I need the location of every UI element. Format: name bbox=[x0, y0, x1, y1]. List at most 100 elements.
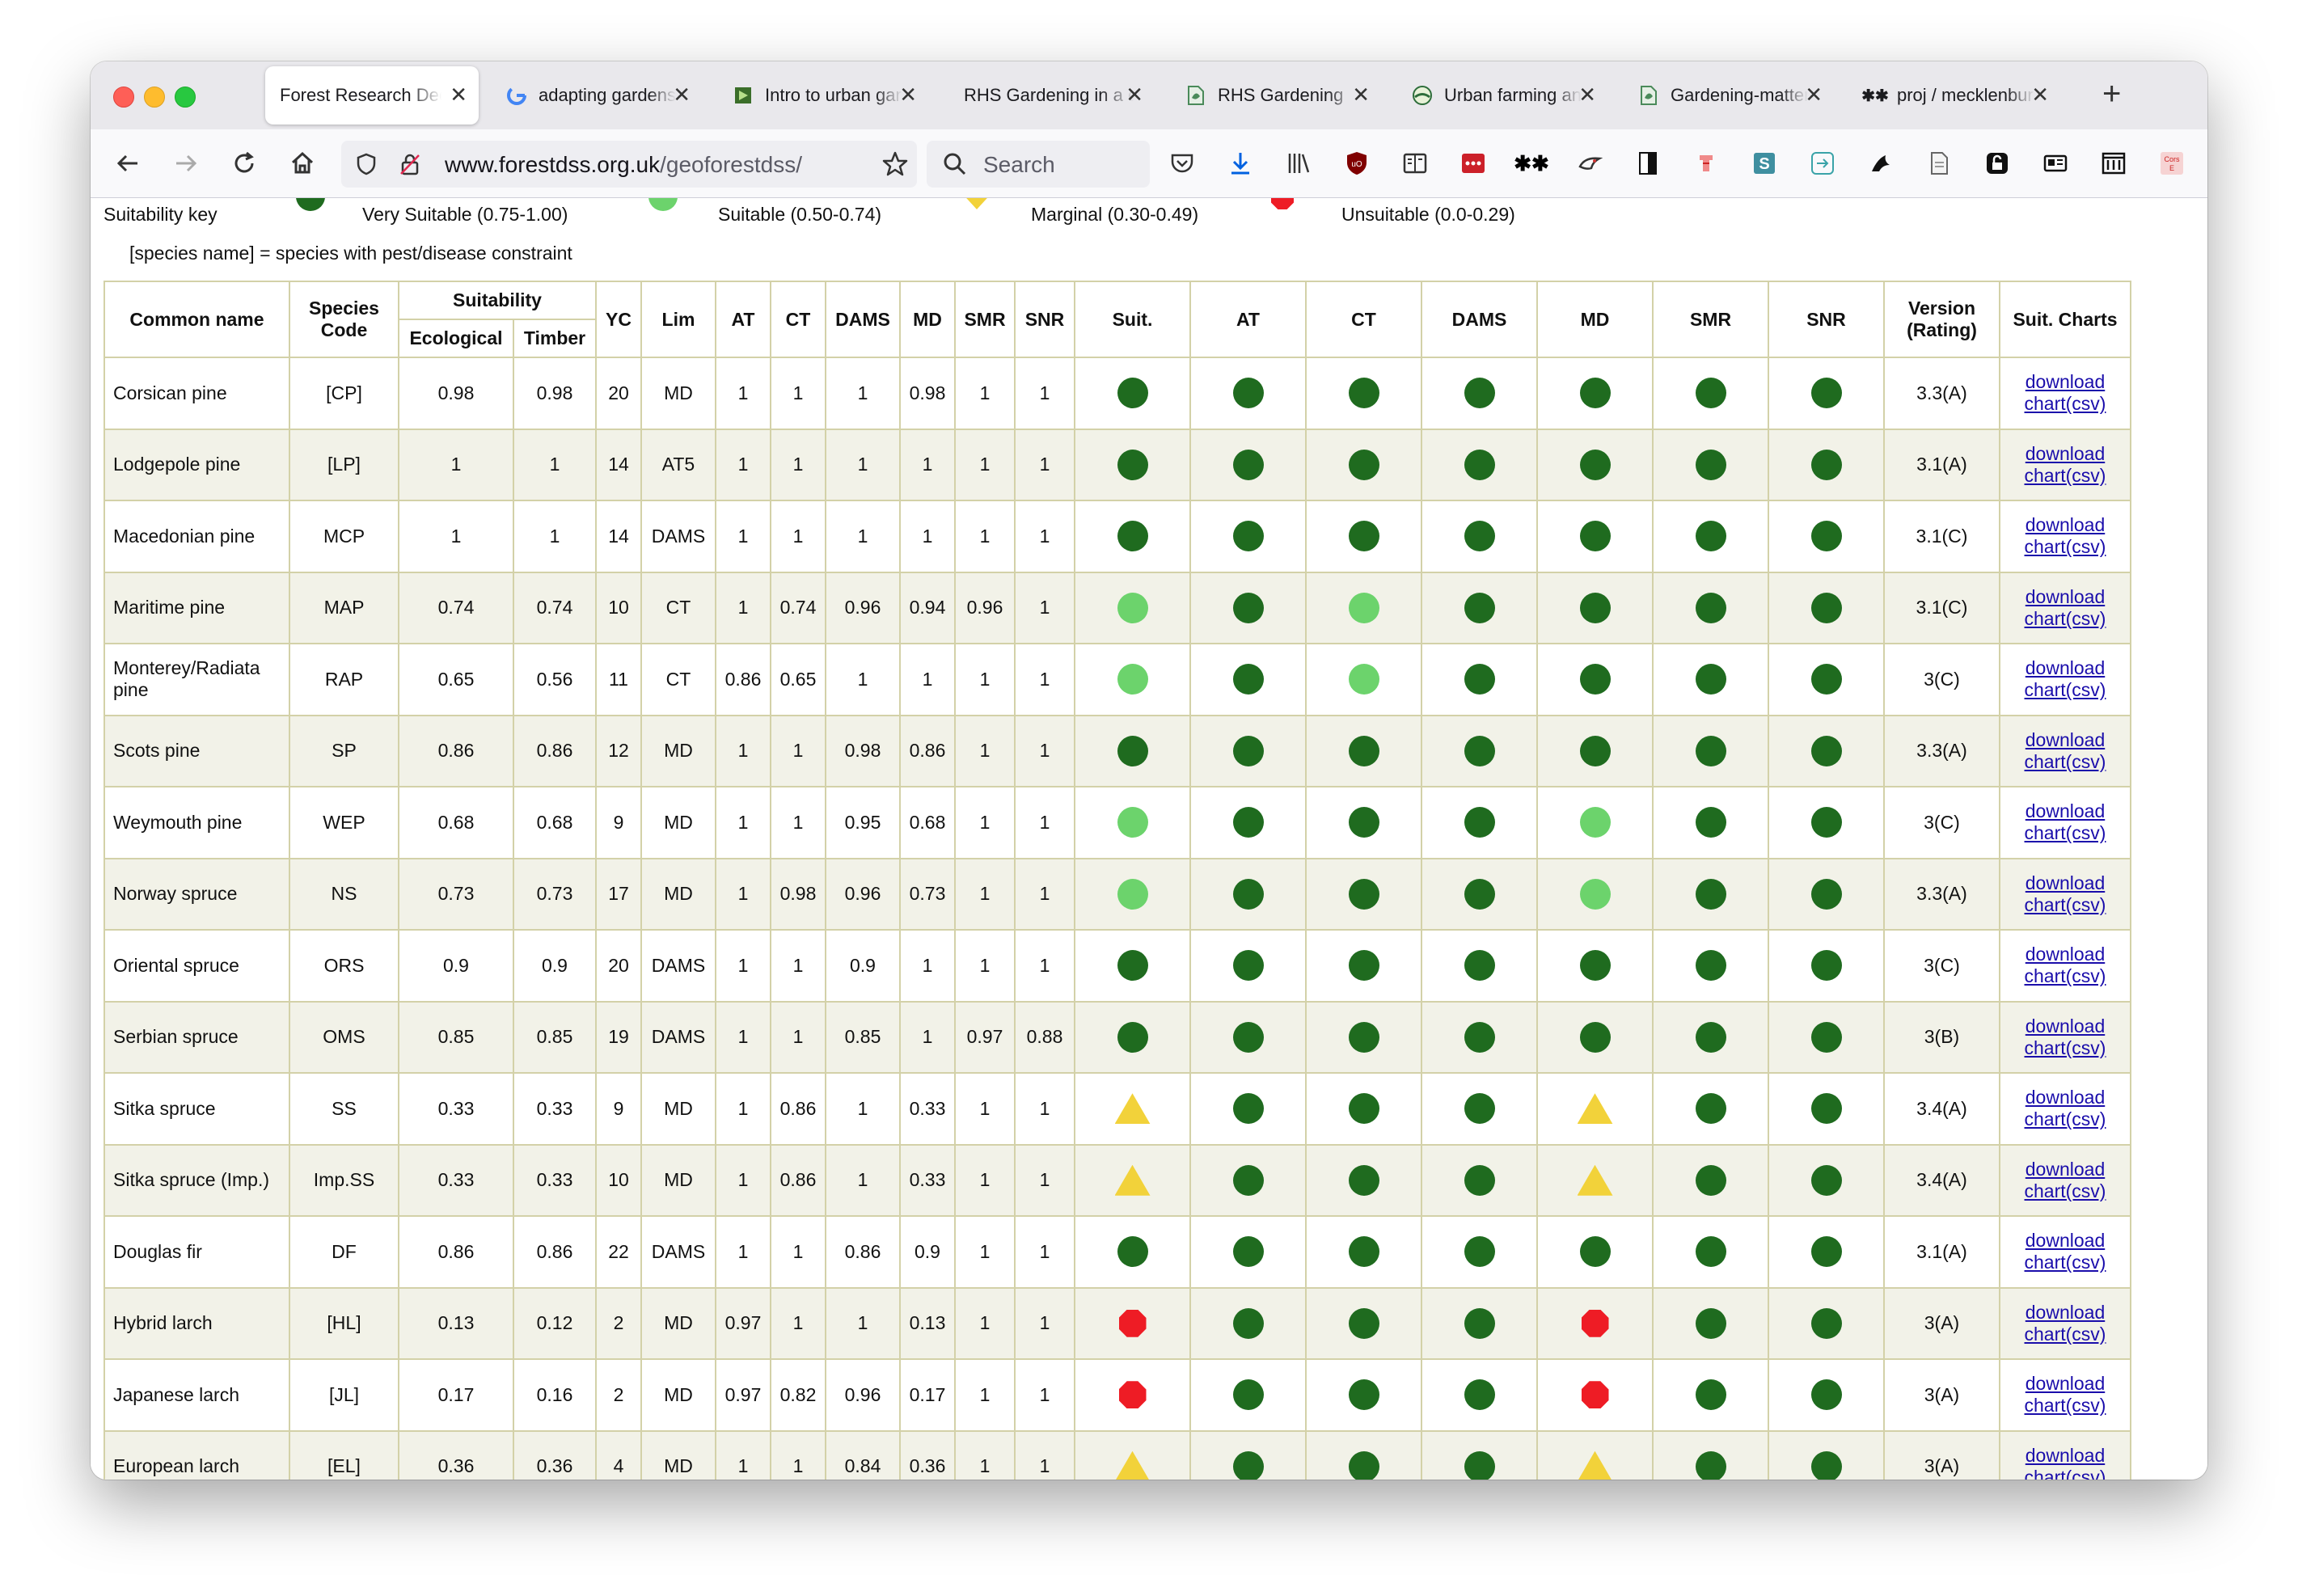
download-link[interactable]: download bbox=[2026, 515, 2105, 534]
tab-rhs-gardening[interactable]: RHS Gardening ✕ bbox=[1171, 66, 1381, 125]
zoom-window-button[interactable] bbox=[175, 87, 196, 108]
chart-csv-link[interactable]: chart(csv) bbox=[2025, 1181, 2106, 1201]
chart-csv-link[interactable]: chart(csv) bbox=[2025, 966, 2106, 986]
close-window-button[interactable] bbox=[113, 87, 134, 108]
chart-csv-link[interactable]: chart(csv) bbox=[2025, 609, 2106, 628]
ublock-icon[interactable]: uO bbox=[1341, 147, 1373, 179]
chart-csv-link[interactable]: chart(csv) bbox=[2025, 1038, 2106, 1058]
chart-csv-link[interactable]: chart(csv) bbox=[2025, 1109, 2106, 1129]
chart-csv-link[interactable]: chart(csv) bbox=[2025, 466, 2106, 485]
close-tab-icon[interactable]: ✕ bbox=[2031, 82, 2049, 107]
download-link[interactable]: download bbox=[2026, 658, 2105, 678]
chart-csv-link[interactable]: chart(csv) bbox=[2025, 1252, 2106, 1272]
download-link[interactable]: download bbox=[2026, 587, 2105, 606]
key-unsuitable: Unsuitable (0.0-0.29) bbox=[1341, 204, 1515, 225]
asterisk-icon[interactable]: ✱✱ bbox=[1514, 147, 1549, 179]
chart-csv-link[interactable]: chart(csv) bbox=[2025, 537, 2106, 556]
page-icon[interactable] bbox=[1923, 147, 1955, 179]
cell-at-indicator bbox=[1189, 1000, 1307, 1074]
tracking-shield-icon[interactable] bbox=[354, 152, 378, 180]
very-suitable-circle-icon bbox=[1464, 878, 1495, 910]
tab-forest-research[interactable]: Forest Research Decision Support ✕ bbox=[265, 66, 479, 125]
download-icon[interactable] bbox=[1224, 147, 1257, 179]
home-icon[interactable] bbox=[285, 146, 320, 181]
download-link[interactable]: download bbox=[2026, 444, 2105, 463]
search-box[interactable]: Search bbox=[927, 141, 1150, 188]
very-suitable-circle-icon bbox=[1348, 735, 1379, 766]
cell-smr-indicator bbox=[1652, 786, 1769, 859]
download-link[interactable]: download bbox=[2026, 1446, 2105, 1465]
tab-rhs-climate[interactable]: RHS Gardening in a changing climate ✕ bbox=[944, 66, 1155, 125]
s-extension-icon[interactable]: S bbox=[1748, 147, 1781, 179]
chart-csv-link[interactable]: chart(csv) bbox=[2025, 895, 2106, 914]
chart-csv-link[interactable]: chart(csv) bbox=[2025, 1467, 2106, 1480]
padlock-extension-icon[interactable] bbox=[1981, 147, 2013, 179]
chart-csv-link[interactable]: chart(csv) bbox=[2025, 752, 2106, 771]
cell-lim: MD bbox=[640, 1286, 716, 1360]
very-suitable-circle-icon bbox=[1695, 664, 1726, 695]
url-text[interactable]: www.forestdss.org.uk/geoforestdss/ bbox=[445, 152, 802, 178]
download-link[interactable]: download bbox=[2026, 944, 2105, 964]
tab-adapting-gardens[interactable]: adapting gardens ✕ bbox=[492, 66, 702, 125]
download-link[interactable]: download bbox=[2026, 372, 2105, 391]
back-arrow-icon[interactable] bbox=[110, 146, 146, 181]
close-tab-icon[interactable]: ✕ bbox=[1578, 82, 1596, 107]
extension-red-icon[interactable] bbox=[1690, 147, 1722, 179]
download-link[interactable]: download bbox=[2026, 730, 2105, 749]
download-link[interactable]: download bbox=[2026, 873, 2105, 893]
tab-urban-farming[interactable]: Urban farming and ✕ bbox=[1397, 66, 1607, 125]
very-suitable-circle-icon bbox=[1810, 378, 1842, 409]
cell-ct: 1 bbox=[770, 929, 826, 1003]
cell-version: 3.3(A) bbox=[1883, 857, 2000, 931]
download-link[interactable]: download bbox=[2026, 801, 2105, 821]
constraint-note: [species name] = species with pest/disea… bbox=[129, 243, 572, 264]
download-link[interactable]: download bbox=[2026, 1087, 2105, 1107]
bookmark-star-icon[interactable] bbox=[881, 150, 909, 182]
chart-csv-link[interactable]: chart(csv) bbox=[2025, 680, 2106, 699]
chart-csv-link[interactable]: chart(csv) bbox=[2025, 394, 2106, 413]
cell-name: Macedonian pine bbox=[103, 500, 290, 573]
close-tab-icon[interactable]: ✕ bbox=[1805, 82, 1823, 107]
extension-icon[interactable] bbox=[1574, 147, 1606, 179]
lastpass-icon[interactable] bbox=[1457, 147, 1489, 179]
address-bar[interactable]: www.forestdss.org.uk/geoforestdss/ bbox=[341, 141, 917, 188]
download-link[interactable]: download bbox=[2026, 1374, 2105, 1393]
close-tab-icon[interactable]: ✕ bbox=[899, 82, 917, 107]
forward-arrow-icon[interactable] bbox=[168, 146, 204, 181]
cell-dams-indicator bbox=[1421, 571, 1538, 644]
dark-mode-icon[interactable] bbox=[1632, 147, 1664, 179]
minimize-window-button[interactable] bbox=[144, 87, 165, 108]
insecure-lock-icon[interactable] bbox=[398, 152, 422, 180]
chart-csv-link[interactable]: chart(csv) bbox=[2025, 1324, 2106, 1344]
library-icon[interactable] bbox=[1282, 147, 1315, 179]
chart-csv-link[interactable]: chart(csv) bbox=[2025, 823, 2106, 842]
header-md-icon: MD bbox=[1536, 281, 1654, 358]
reload-icon[interactable] bbox=[226, 146, 262, 181]
bird-icon[interactable] bbox=[1865, 147, 1897, 179]
cell-name: European larch bbox=[103, 1429, 290, 1480]
cors-extension-icon[interactable]: Cors E bbox=[2156, 147, 2188, 179]
tab-intro-urban[interactable]: Intro to urban gardening ✕ bbox=[718, 66, 928, 125]
cell-lim: CT bbox=[640, 643, 716, 716]
close-tab-icon[interactable]: ✕ bbox=[450, 82, 467, 107]
pocket-icon[interactable] bbox=[1166, 147, 1198, 179]
chart-csv-link[interactable]: chart(csv) bbox=[2025, 1395, 2106, 1415]
close-tab-icon[interactable]: ✕ bbox=[1352, 82, 1370, 107]
news-icon[interactable] bbox=[2039, 147, 2072, 179]
send-to-icon[interactable] bbox=[1806, 147, 1839, 179]
download-link[interactable]: download bbox=[2026, 1303, 2105, 1322]
tab-proj-mecklenburg[interactable]: ✱✱ proj / mecklenburg ✕ bbox=[1850, 66, 2060, 125]
download-link[interactable]: download bbox=[2026, 1016, 2105, 1036]
download-link[interactable]: download bbox=[2026, 1231, 2105, 1250]
close-tab-icon[interactable]: ✕ bbox=[673, 82, 691, 107]
archive-icon[interactable] bbox=[2097, 147, 2130, 179]
reader-view-icon[interactable] bbox=[1399, 147, 1431, 179]
close-tab-icon[interactable]: ✕ bbox=[1126, 82, 1143, 107]
download-link[interactable]: download bbox=[2026, 1159, 2105, 1179]
very-suitable-circle-icon bbox=[1348, 521, 1379, 552]
cell-smr: 1 bbox=[954, 1072, 1016, 1146]
cell-at-indicator bbox=[1189, 1215, 1307, 1289]
tab-gardening-matters[interactable]: Gardening-matters ✕ bbox=[1624, 66, 1834, 125]
cell-smr: 1 bbox=[954, 1429, 1016, 1480]
new-tab-icon[interactable]: + bbox=[2102, 76, 2121, 112]
